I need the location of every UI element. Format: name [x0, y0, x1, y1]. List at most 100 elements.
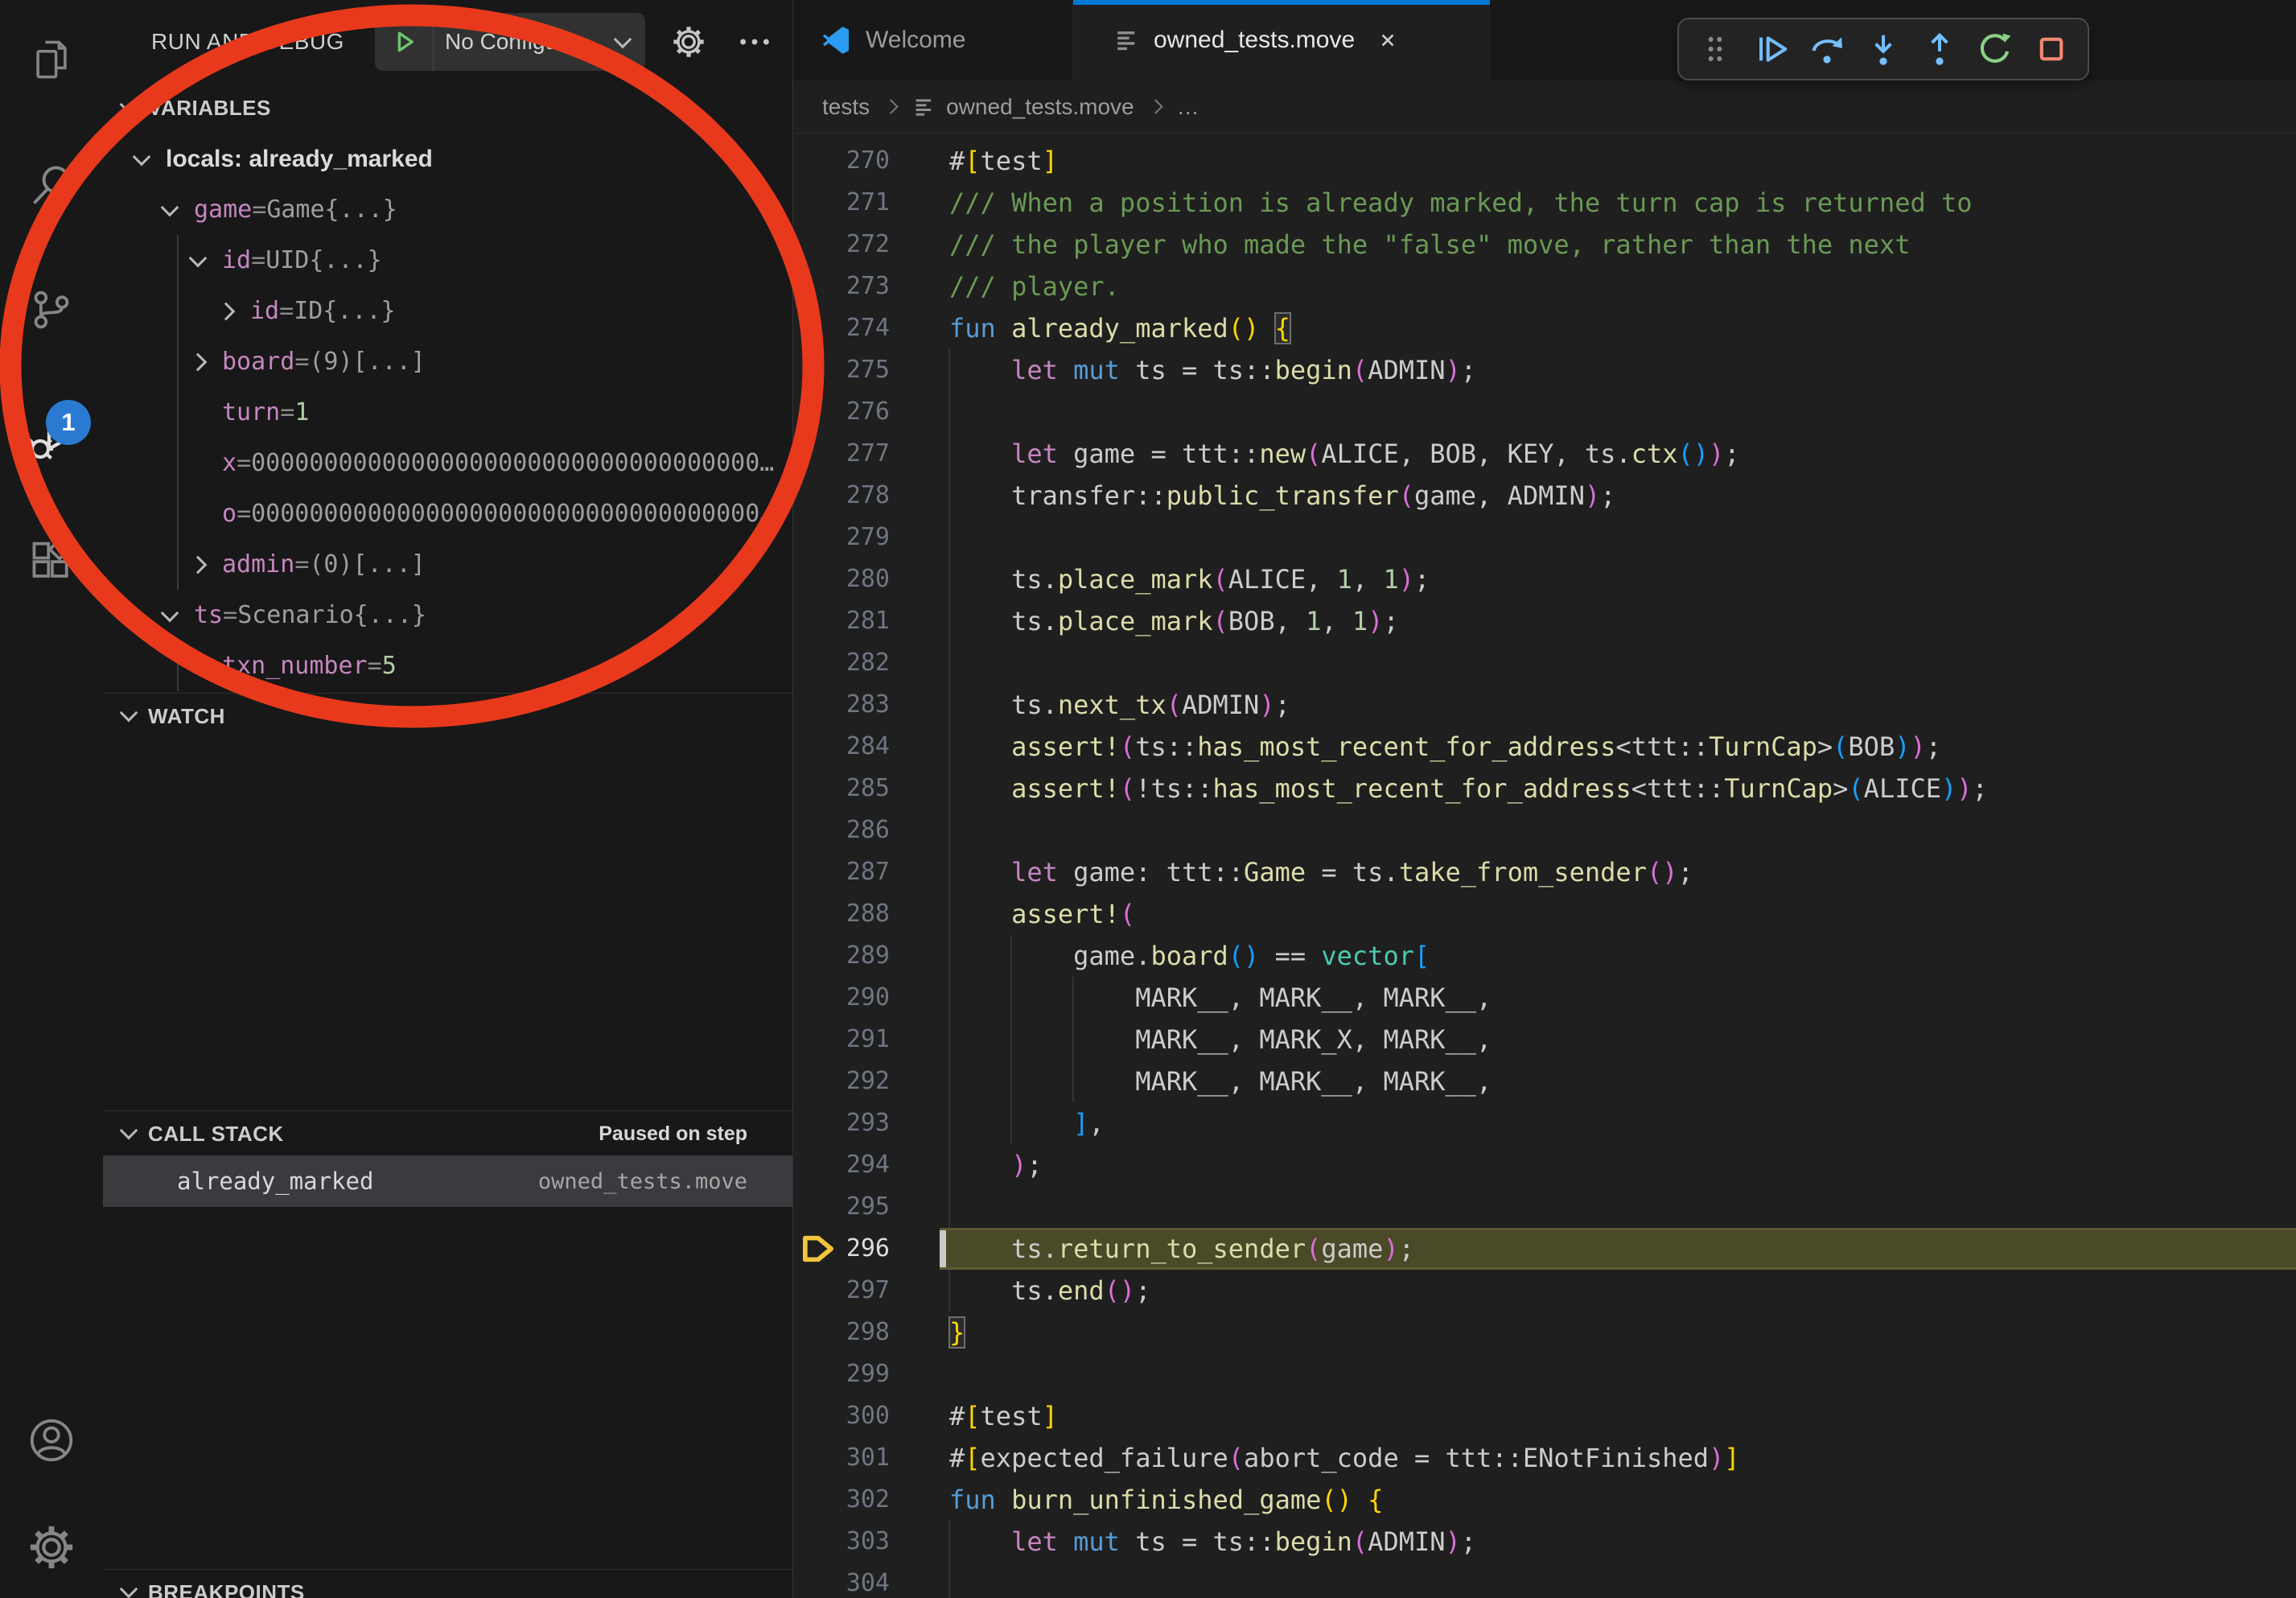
source-control-icon[interactable]	[0, 266, 103, 354]
tab-owned-tests-move[interactable]: owned_tests.move	[1073, 0, 1490, 80]
code-line[interactable]: 285 assert!(!ts::has_most_recent_for_add…	[793, 768, 2296, 809]
code-line[interactable]: 272/// the player who made the "false" m…	[793, 224, 2296, 266]
variable-row[interactable]: id = ID{...}	[103, 286, 792, 336]
line-number[interactable]: 300	[793, 1395, 940, 1437]
line-number[interactable]: 294	[793, 1144, 940, 1186]
variable-row[interactable]: admin = (0)[...]	[103, 539, 792, 590]
line-number[interactable]: 296	[793, 1228, 940, 1270]
code-line[interactable]: 290 MARK__, MARK__, MARK__,	[793, 977, 2296, 1019]
code-line[interactable]: 280 ts.place_mark(ALICE, 1, 1);	[793, 558, 2296, 600]
code-line[interactable]: 275 let mut ts = ts::begin(ADMIN);	[793, 349, 2296, 391]
code-line[interactable]: 292 MARK__, MARK__, MARK__,	[793, 1061, 2296, 1102]
settings-gear-icon[interactable]	[0, 1503, 103, 1592]
line-number[interactable]: 292	[793, 1061, 940, 1102]
code-line[interactable]: 277 let game = ttt::new(ALICE, BOB, KEY,…	[793, 433, 2296, 475]
step-into-icon[interactable]	[1860, 26, 1907, 72]
line-number[interactable]: 280	[793, 558, 940, 600]
line-number[interactable]: 293	[793, 1102, 940, 1144]
code-line[interactable]: 271/// When a position is already marked…	[793, 182, 2296, 224]
chevron-down-icon[interactable]	[120, 96, 138, 114]
chevron-down-icon[interactable]	[120, 1580, 138, 1598]
line-number[interactable]: 299	[793, 1353, 940, 1395]
line-number[interactable]: 270	[793, 140, 940, 182]
code-line[interactable]: 289 game.board() == vector[	[793, 935, 2296, 977]
line-number[interactable]: 290	[793, 977, 940, 1019]
code-line[interactable]: 297 ts.end();	[793, 1270, 2296, 1312]
line-number[interactable]: 289	[793, 935, 940, 977]
debug-config-dropdown[interactable]: No Configur	[375, 13, 645, 71]
call-stack-frame[interactable]: already_marked owned_tests.move	[103, 1155, 792, 1207]
code-line[interactable]: 296 ts.return_to_sender(game);	[793, 1228, 2296, 1270]
code-line[interactable]: 293 ],	[793, 1102, 2296, 1144]
variable-row[interactable]: id = UID{...}	[103, 235, 792, 286]
line-number[interactable]: 302	[793, 1479, 940, 1521]
code-line[interactable]: 294 );	[793, 1144, 2296, 1186]
code-line[interactable]: 302fun burn_unfinished_game() {	[793, 1479, 2296, 1521]
breadcrumb-item[interactable]: …	[1177, 94, 1199, 120]
breadcrumb-item[interactable]: tests	[822, 94, 870, 120]
variable-row[interactable]: turn = 1	[103, 387, 792, 438]
code-line[interactable]: 283 ts.next_tx(ADMIN);	[793, 684, 2296, 726]
line-number[interactable]: 301	[793, 1437, 940, 1479]
line-number[interactable]: 295	[793, 1186, 940, 1228]
code-line[interactable]: 281 ts.place_mark(BOB, 1, 1);	[793, 600, 2296, 642]
line-number[interactable]: 282	[793, 642, 940, 684]
code-line[interactable]: 276	[793, 391, 2296, 433]
code-line[interactable]: 286	[793, 809, 2296, 851]
variable-row[interactable]: game = Game{...}	[103, 184, 792, 235]
code-editor[interactable]: 270#[test]271/// When a position is alre…	[793, 134, 2296, 1598]
line-number[interactable]: 288	[793, 893, 940, 935]
line-number[interactable]: 286	[793, 809, 940, 851]
variable-row[interactable]: ts = Scenario{...}	[103, 590, 792, 640]
variable-row[interactable]: x = 000000000000000000000000000000000000…	[103, 438, 792, 488]
variable-row[interactable]: o = 000000000000000000000000000000000000…	[103, 488, 792, 539]
account-icon[interactable]	[0, 1396, 103, 1485]
line-number[interactable]: 283	[793, 684, 940, 726]
code-line[interactable]: 291 MARK__, MARK_X, MARK__,	[793, 1019, 2296, 1061]
line-number[interactable]: 272	[793, 224, 940, 266]
more-actions-icon[interactable]	[732, 19, 777, 64]
variable-row[interactable]: board = (9)[...]	[103, 336, 792, 387]
breadcrumb-item[interactable]: owned_tests.move	[946, 94, 1134, 120]
code-line[interactable]: 304	[793, 1563, 2296, 1598]
files-icon[interactable]	[0, 16, 103, 105]
start-debug-icon[interactable]	[375, 13, 434, 71]
line-number[interactable]: 291	[793, 1019, 940, 1061]
variables-scope-row[interactable]: locals: already_marked	[103, 134, 792, 184]
code-line[interactable]: 301#[expected_failure(abort_code = ttt::…	[793, 1437, 2296, 1479]
line-number[interactable]: 278	[793, 475, 940, 517]
line-number[interactable]: 273	[793, 266, 940, 307]
chevron-down-icon[interactable]	[120, 704, 138, 723]
line-number[interactable]: 271	[793, 182, 940, 224]
code-line[interactable]: 303 let mut ts = ts::begin(ADMIN);	[793, 1521, 2296, 1563]
chevron-down-icon[interactable]	[120, 1122, 138, 1140]
section-breakpoints[interactable]: BREAKPOINTS	[103, 1569, 792, 1598]
line-number[interactable]: 279	[793, 517, 940, 558]
chevron-right-icon[interactable]	[217, 302, 236, 320]
code-line[interactable]: 282	[793, 642, 2296, 684]
debug-settings-gear-icon[interactable]	[666, 19, 711, 64]
code-line[interactable]: 279	[793, 517, 2296, 558]
line-number[interactable]: 281	[793, 600, 940, 642]
chevron-down-icon[interactable]	[161, 603, 179, 622]
code-line[interactable]: 298}	[793, 1312, 2296, 1353]
line-number[interactable]: 275	[793, 349, 940, 391]
code-line[interactable]: 270#[test]	[793, 140, 2296, 182]
continue-icon[interactable]	[1748, 26, 1795, 72]
extensions-icon[interactable]	[0, 519, 103, 607]
search-icon[interactable]	[0, 141, 103, 229]
line-number[interactable]: 274	[793, 307, 940, 349]
line-number[interactable]: 304	[793, 1563, 940, 1598]
line-number[interactable]: 287	[793, 851, 940, 893]
line-number[interactable]: 298	[793, 1312, 940, 1353]
line-number[interactable]: 285	[793, 768, 940, 809]
chevron-down-icon[interactable]	[161, 198, 179, 216]
step-out-icon[interactable]	[1916, 26, 1963, 72]
code-line[interactable]: 295	[793, 1186, 2296, 1228]
tab-welcome[interactable]: Welcome	[793, 0, 1073, 80]
stop-icon[interactable]	[2028, 26, 2075, 72]
code-line[interactable]: 273/// player.	[793, 266, 2296, 307]
code-line[interactable]: 284 assert!(ts::has_most_recent_for_addr…	[793, 726, 2296, 768]
code-line[interactable]: 300#[test]	[793, 1395, 2296, 1437]
code-line[interactable]: 287 let game: ttt::Game = ts.take_from_s…	[793, 851, 2296, 893]
